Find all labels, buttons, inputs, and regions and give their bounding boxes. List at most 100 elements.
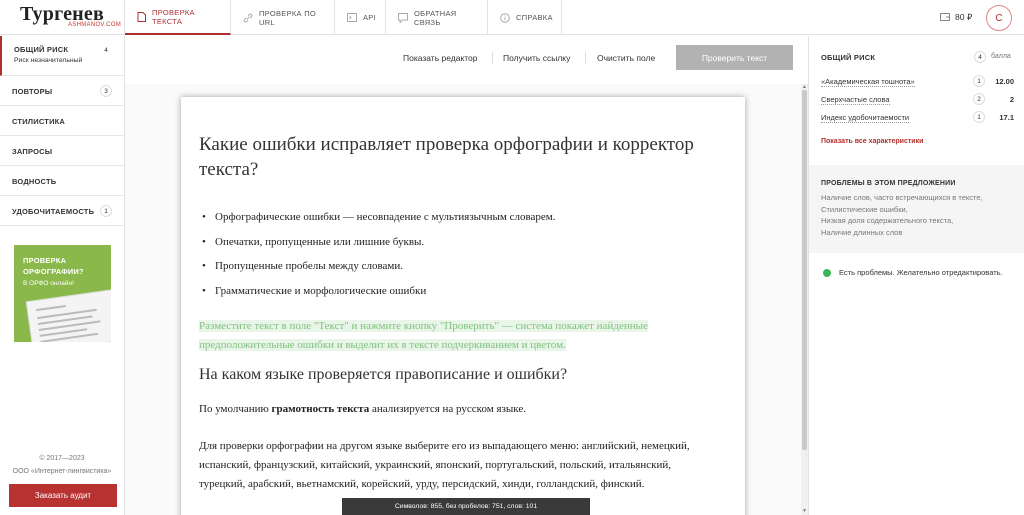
document-subheading: На каком языке проверяется правописание … <box>199 366 568 383</box>
metric-name-link[interactable]: Сверхчастые слова <box>821 95 890 105</box>
tab-feedback[interactable]: ОБРАТНАЯ СВЯЗЬ <box>386 0 488 35</box>
document-heading: Какие ошибки исправляет проверка орфогра… <box>199 134 694 180</box>
link-icon <box>243 13 253 23</box>
metric-value: 12.00 <box>995 77 1014 86</box>
repeats-badge: 3 <box>100 85 112 97</box>
promo-title-line: ОРФОГРАФИИ? <box>23 267 84 276</box>
tab-url-check[interactable]: ПРОВЕРКА ПО URL <box>231 0 335 35</box>
tab-label: ОБРАТНАЯ СВЯЗЬ <box>414 8 457 27</box>
sidebar-item-queries[interactable]: ЗАПРОСЫ <box>0 136 124 166</box>
tab-label: ПРОВЕРКА ПО URL <box>259 8 317 27</box>
paragraph-text: По умолчанию <box>199 403 272 415</box>
sidebar-item-label: СТИЛИСТИКА <box>12 117 66 126</box>
logo-subtitle: ASHMANOV.COM <box>68 22 122 28</box>
problem-item: Наличие длинных слов <box>821 227 903 237</box>
sidebar-item-repeats[interactable]: ПОВТОРЫ 3 <box>0 76 124 106</box>
balance[interactable]: 80 ₽ <box>940 12 972 23</box>
promo-banner[interactable]: ПРОВЕРКА ОРФОГРАФИИ? В ОРФО онлайн! <box>14 245 111 342</box>
problem-item: Стилистические ошибки, <box>821 204 908 214</box>
sidebar-item-readability[interactable]: УДОБОЧИТАЕМОСТЬ 1 <box>0 196 124 226</box>
overall-risk-unit: балла <box>991 53 1011 60</box>
text-document[interactable]: Какие ошибки исправляет проверка орфогра… <box>181 97 745 515</box>
toolbar-divider <box>492 52 493 64</box>
promo-title: ПРОВЕРКА ОРФОГРАФИИ? <box>23 255 84 277</box>
paragraph: Для проверки орфографии на другом языке … <box>199 440 690 490</box>
wallet-icon <box>940 12 950 23</box>
document-icon <box>137 11 146 22</box>
sidebar-item-risk[interactable]: ОБЩИЙ РИСК Риск незначительный 4 <box>0 36 124 76</box>
check-text-button[interactable]: Проверить текст <box>676 45 793 70</box>
show-editor-link[interactable]: Показать редактор <box>403 53 478 63</box>
status-dot-icon <box>823 268 831 277</box>
bold-text: грамотность текста <box>271 403 370 415</box>
metric-count: 1 <box>973 75 985 87</box>
info-icon <box>500 12 510 23</box>
balance-amount: 80 ₽ <box>955 12 973 22</box>
sidebar-item-wateriness[interactable]: ВОДНОСТЬ <box>0 166 124 196</box>
readability-badge: 1 <box>100 205 112 217</box>
paragraph: По умолчанию грамотность текста анализир… <box>199 403 526 415</box>
risk-description: Риск незначительный <box>14 57 83 64</box>
tab-label: API <box>363 13 376 22</box>
paragraph-text: анализируется на русском языке. <box>369 403 526 415</box>
status-message: Есть проблемы. Желательно отредактироват… <box>823 268 1003 277</box>
error-types-list: Орфографические ошибки — несовпадение с … <box>199 210 555 308</box>
sidebar: ОБЩИЙ РИСК Риск незначительный 4 ПОВТОРЫ… <box>0 36 125 515</box>
editor-area: Показать редактор Получить ссылку Очисти… <box>125 36 808 515</box>
overall-risk-heading: ОБЩИЙ РИСК <box>821 53 876 62</box>
text-statistics-bar: Символов: 855, без пробелов: 751, слов: … <box>342 498 590 515</box>
main-tabs: ПРОВЕРКА ТЕКСТА ПРОВЕРКА ПО URL API ОБРА… <box>125 0 562 35</box>
sidebar-item-stylistics[interactable]: СТИЛИСТИКА <box>0 106 124 136</box>
sidebar-item-label: ОБЩИЙ РИСК <box>14 45 69 54</box>
metric-value: 17.1 <box>999 113 1014 122</box>
metric-row: Индекс удобочитаемости 1 17.1 <box>821 111 1014 127</box>
problem-item: Низкая доля содержательного текста, <box>821 216 954 225</box>
tab-help[interactable]: СПРАВКА <box>488 0 562 35</box>
list-item: Пропущенные пробелы между словами. <box>199 259 555 284</box>
copyright: © 2017—2023 <box>39 455 85 462</box>
tab-label: ПРОВЕРКА ТЕКСТА <box>152 7 195 26</box>
status-text: Есть проблемы. Желательно отредактироват… <box>839 268 1003 277</box>
sentence-problems-heading: ПРОБЛЕМЫ В ЭТОМ ПРЕДЛОЖЕНИИ <box>821 180 956 187</box>
tab-api[interactable]: API <box>335 0 386 35</box>
metric-count: 2 <box>973 93 985 105</box>
sidebar-item-label: ВОДНОСТЬ <box>12 177 57 186</box>
metric-count: 1 <box>973 111 985 123</box>
api-icon <box>347 13 357 23</box>
order-audit-button[interactable]: Заказать аудит <box>9 484 117 507</box>
avatar[interactable]: С <box>986 5 1012 31</box>
list-item: Орфографические ошибки — несовпадение с … <box>199 210 555 235</box>
clear-field-link[interactable]: Очистить поле <box>597 53 655 63</box>
sidebar-item-label: ЗАПРОСЫ <box>12 147 53 156</box>
metric-name-link[interactable]: Индекс удобочитаемости <box>821 113 910 123</box>
sidebar-item-label: ПОВТОРЫ <box>12 87 53 96</box>
sentence-problems-list: Наличие слов, часто встречающихся в текс… <box>821 192 983 238</box>
scroll-down-arrow-icon[interactable]: ▼ <box>802 508 807 514</box>
scrollbar-thumb[interactable] <box>802 90 807 450</box>
toolbar-divider <box>585 52 586 64</box>
editor-toolbar: Показать редактор Получить ссылку Очисти… <box>125 36 808 84</box>
sidebar-item-label: УДОБОЧИТАЕМОСТЬ <box>12 207 95 216</box>
list-item: Опечатки, пропущенные или лишние буквы. <box>199 235 555 260</box>
highlighted-paragraph: Разместите текст в поле "Текст" и нажмит… <box>199 317 719 355</box>
promo-subtitle: В ОРФО онлайн! <box>23 280 74 287</box>
logo[interactable]: Тургенев ASHMANOV.COM <box>0 0 125 35</box>
metric-value: 2 <box>1009 95 1014 104</box>
scroll-up-arrow-icon[interactable]: ▲ <box>802 84 807 90</box>
results-panel: ОБЩИЙ РИСК 4 балла «Академическая тошнот… <box>808 36 1024 515</box>
company-name: ООО «Интернет-лингвистика» <box>12 468 112 475</box>
metric-name-link[interactable]: «Академическая тошнота» <box>821 77 915 87</box>
get-link-link[interactable]: Получить ссылку <box>503 53 570 63</box>
problem-item: Наличие слов, часто встречающихся в текс… <box>821 193 983 202</box>
metric-row: «Академическая тошнота» 1 12.00 <box>821 75 1014 91</box>
tab-text-check[interactable]: ПРОВЕРКА ТЕКСТА <box>125 0 231 35</box>
show-all-metrics-link[interactable]: Показать все характеристики <box>821 138 923 145</box>
chat-icon <box>398 12 408 23</box>
promo-title-line: ПРОВЕРКА <box>23 256 67 265</box>
list-item: Грамматические и морфологические ошибки <box>199 284 555 309</box>
top-bar: Тургенев ASHMANOV.COM ПРОВЕРКА ТЕКСТА ПР… <box>0 0 1024 35</box>
highlighted-text: Разместите текст в поле "Текст" и нажмит… <box>199 320 648 351</box>
promo-document-illustration <box>25 288 111 342</box>
risk-badge: 4 <box>104 46 108 54</box>
metric-row: Сверхчастые слова 2 2 <box>821 93 1014 109</box>
